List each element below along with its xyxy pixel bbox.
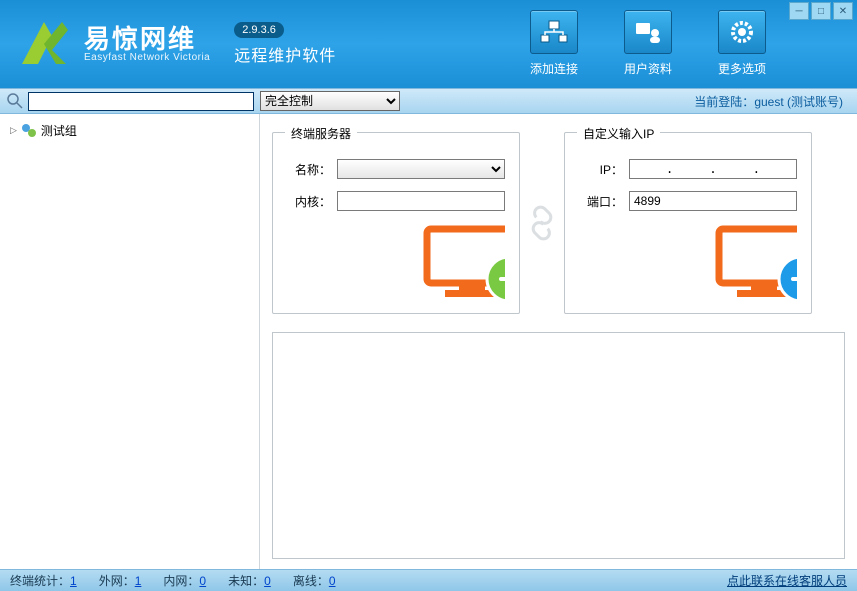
- version-badge: 2.9.3.6: [234, 22, 284, 38]
- user-card-icon: [633, 19, 663, 45]
- chevron-right-icon: ▷: [10, 125, 17, 136]
- header-toolbar: 添加连接 用户资料 更多选项: [519, 10, 777, 77]
- sidebar-tree: ▷ 测试组: [0, 114, 260, 569]
- network-icon: [539, 19, 569, 45]
- group-icon: [21, 123, 37, 139]
- port-label: 端口：: [579, 193, 623, 210]
- custom-ip-panel: 自定义输入IP IP： 端口：: [564, 132, 812, 314]
- kernel-input[interactable]: [337, 191, 505, 211]
- stat-wan: 外网：1: [99, 572, 142, 589]
- app-name-cn: 易惊网维: [84, 26, 210, 52]
- connect-ip-icon[interactable]: [579, 223, 797, 303]
- app-tagline: 远程维护软件: [234, 42, 336, 66]
- login-status: 当前登陆：guest (测试账号): [694, 93, 851, 110]
- search-icon: [6, 92, 24, 110]
- main-content: 终端服务器 名称： 内核：: [260, 114, 857, 569]
- link-icon: [524, 205, 560, 241]
- stat-total: 终端统计：1: [10, 572, 77, 589]
- status-bar: 终端统计：1 外网：1 内网：0 未知：0 离线：0 点此联系在线客服人员: [0, 569, 857, 591]
- tree-root-item[interactable]: ▷ 测试组: [4, 120, 255, 141]
- maximize-button[interactable]: □: [811, 2, 831, 20]
- kernel-label: 内核：: [287, 193, 331, 210]
- stat-lan: 内网：0: [163, 572, 206, 589]
- gear-icon: [727, 18, 757, 46]
- contact-support-link[interactable]: 点此联系在线客服人员: [727, 572, 847, 589]
- user-profile-button[interactable]: 用户资料: [613, 10, 683, 77]
- minimize-button[interactable]: ─: [789, 2, 809, 20]
- window-controls: ─ □ ✕: [789, 2, 853, 20]
- name-label: 名称：: [287, 161, 331, 178]
- more-options-button[interactable]: 更多选项: [707, 10, 777, 77]
- logo-block: 易惊网维 Easyfast Network Victoria 2.9.3.6 远…: [14, 16, 336, 72]
- app-name-en: Easyfast Network Victoria: [84, 52, 210, 63]
- stat-unknown: 未知：0: [228, 572, 271, 589]
- control-mode-select[interactable]: 完全控制: [260, 91, 400, 111]
- terminal-server-panel: 终端服务器 名称： 内核：: [272, 132, 520, 314]
- log-textarea[interactable]: [272, 332, 845, 559]
- port-input[interactable]: [629, 191, 797, 211]
- search-input[interactable]: [28, 92, 254, 111]
- search-toolbar: 完全控制 当前登陆：guest (测试账号): [0, 88, 857, 114]
- terminal-name-select[interactable]: [337, 159, 505, 179]
- stat-offline: 离线：0: [293, 572, 336, 589]
- ip-input[interactable]: [629, 159, 797, 179]
- connect-terminal-icon[interactable]: [287, 223, 505, 303]
- add-connection-button[interactable]: 添加连接: [519, 10, 589, 77]
- logo-icon: [14, 16, 74, 72]
- app-header: 易惊网维 Easyfast Network Victoria 2.9.3.6 远…: [0, 0, 857, 88]
- close-button[interactable]: ✕: [833, 2, 853, 20]
- ip-label: IP：: [579, 161, 623, 178]
